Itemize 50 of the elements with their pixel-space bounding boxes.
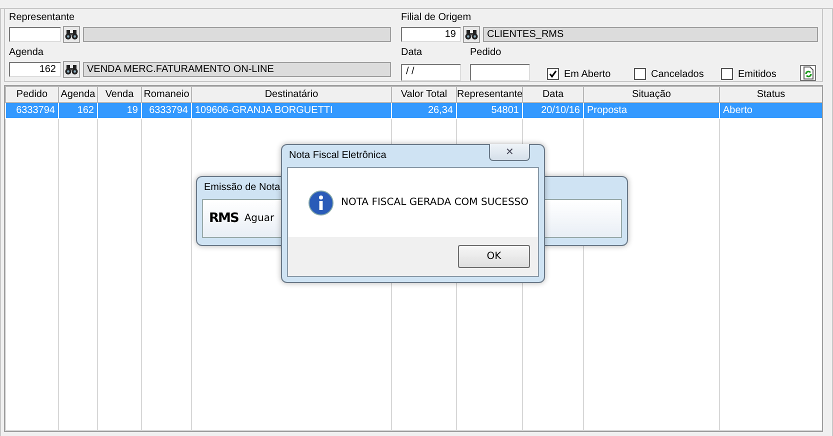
- input-field[interactable]: 19: [401, 26, 461, 42]
- checkbox[interactable]: [547, 68, 559, 80]
- column-header[interactable]: Venda: [98, 86, 142, 102]
- column-header[interactable]: Valor Total: [392, 86, 456, 102]
- field-label: Filial de Origem: [401, 12, 472, 24]
- table-cell: 6333794: [142, 102, 192, 118]
- table-cell: 162: [58, 102, 98, 118]
- column-header[interactable]: Data: [522, 86, 584, 102]
- table-cell: 26,34: [392, 102, 456, 118]
- ok-button[interactable]: OK: [458, 245, 530, 268]
- checkbox[interactable]: [634, 68, 646, 80]
- dialog-message: NOTA FISCAL GERADA COM SUCESSO: [341, 197, 529, 208]
- field-label: Pedido: [470, 47, 502, 59]
- table-cell: Proposta: [584, 102, 720, 118]
- dialog-title: Nota Fiscal Eletrônica: [289, 150, 386, 161]
- column-header[interactable]: Status: [720, 86, 822, 102]
- table-cell: 20/10/16: [522, 102, 584, 118]
- input-field[interactable]: [9, 26, 61, 42]
- search-button[interactable]: [63, 60, 80, 78]
- column-header[interactable]: Agenda: [58, 86, 98, 102]
- table-cell: 54801: [456, 102, 522, 118]
- field-label: Agenda: [9, 47, 44, 59]
- input-field[interactable]: [470, 64, 530, 81]
- description-field: CLIENTES_RMS: [483, 26, 818, 42]
- refresh-icon[interactable]: [800, 65, 816, 81]
- search-button[interactable]: [463, 26, 480, 42]
- field-label: Data: [401, 47, 424, 59]
- checkbox-label: Em Aberto: [564, 68, 611, 80]
- search-button[interactable]: [63, 26, 80, 42]
- field-label: Representante: [9, 12, 76, 24]
- column-header[interactable]: Pedido: [6, 86, 58, 102]
- dialog-title: Emissão de Nota: [204, 182, 280, 193]
- column-header[interactable]: Destinatário: [192, 86, 392, 102]
- info-icon: [308, 190, 334, 216]
- column-header[interactable]: Situação: [584, 86, 720, 102]
- checkbox-label: Emitidos: [738, 68, 776, 80]
- input-field[interactable]: / /: [401, 64, 461, 81]
- description-field: VENDA MERC.FATURAMENTO ON-LINE: [83, 62, 391, 76]
- table-cell: Aberto: [720, 102, 822, 118]
- table-cell: 19: [98, 102, 142, 118]
- table-cell: 6333794: [6, 102, 58, 118]
- column-header[interactable]: Romaneio: [142, 86, 192, 102]
- table-cell: 109606-GRANJA BORGUETTI: [192, 102, 392, 118]
- checkbox-label: Cancelados: [651, 68, 704, 80]
- checkbox[interactable]: [721, 68, 733, 80]
- logo: RMS: [209, 211, 238, 226]
- input-field[interactable]: 162: [9, 62, 61, 76]
- column-header[interactable]: Representante: [456, 86, 522, 102]
- status-text: Aguar: [244, 213, 274, 224]
- close-button[interactable]: ✕: [489, 144, 530, 161]
